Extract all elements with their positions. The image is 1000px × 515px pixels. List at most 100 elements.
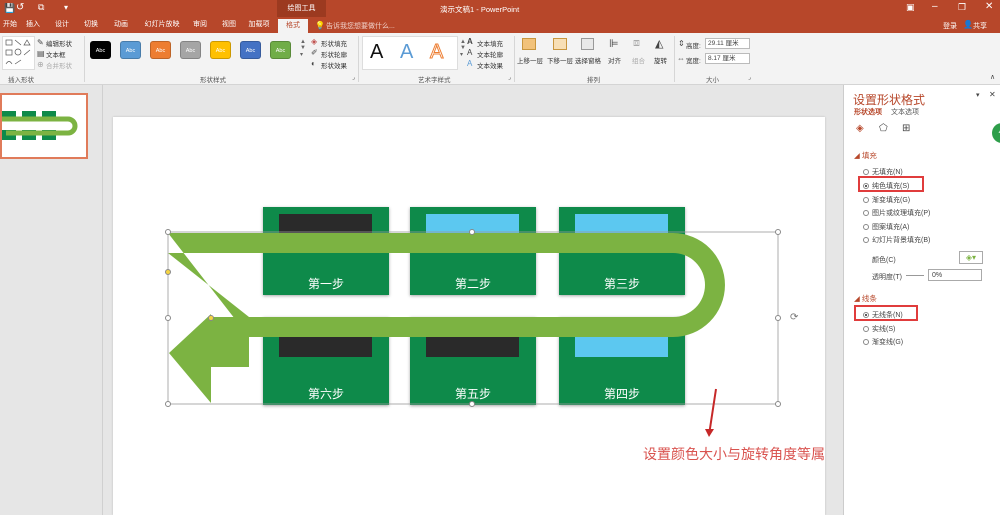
gallery-scroll-icon[interactable]: ▲ ▼ ▾ — [300, 39, 306, 58]
resize-handle-ne[interactable] — [775, 229, 781, 235]
pane-options-icon[interactable]: ▾ — [976, 91, 980, 99]
size-dialog-launcher-icon[interactable]: ⌟ — [748, 74, 751, 81]
line-option-label: 实线(S) — [872, 326, 896, 333]
wordart-style-black[interactable]: A — [370, 41, 383, 64]
slide-thumbnail-1[interactable] — [0, 93, 88, 159]
tab-slideshow[interactable]: 幻灯片放映 — [139, 17, 185, 33]
align-button[interactable]: 对齐 — [608, 55, 621, 65]
shape-style-swatch[interactable]: Abc — [240, 41, 261, 59]
ribbon-display-icon[interactable]: ▣ — [906, 2, 915, 13]
tab-format[interactable]: 格式 — [278, 19, 308, 33]
tab-text-options[interactable]: 文本选项 — [891, 107, 919, 117]
wordart-scroll-icon[interactable]: ▲ ▼ ▾ — [460, 39, 466, 58]
color-picker-button[interactable]: ◈▾ — [959, 251, 983, 264]
effects-icon[interactable]: ⬠ — [879, 123, 888, 134]
pane-close-icon[interactable]: ✕ — [989, 90, 996, 99]
text-box-icon: ▤ — [37, 49, 45, 58]
radio-icon — [863, 169, 869, 175]
fill-option-label: 图片或纹理填充(P) — [872, 210, 931, 217]
fill-option[interactable]: 幻灯片背景填充(B) — [863, 235, 930, 245]
slide-canvas[interactable]: 第一步 第二步 第三步 第六步 第五步 第四步 设置颜色大小与旋转角度等属性 ⟳ — [113, 117, 825, 515]
dialog-launcher-icon[interactable]: ⌟ — [352, 74, 355, 81]
width-icon: ⇔ — [677, 54, 685, 63]
resize-handle-n[interactable] — [469, 229, 475, 235]
selection-pane-button[interactable]: 选择窗格 — [575, 55, 601, 65]
adjust-handle[interactable] — [165, 269, 171, 275]
shape-style-swatch[interactable]: Abc — [210, 41, 231, 59]
save-icon[interactable]: 💾 — [4, 3, 15, 14]
send-backward-button[interactable]: 下移一层 — [547, 55, 573, 65]
shape-effects-button[interactable]: 形状效果 — [321, 60, 347, 70]
tell-me-search[interactable]: 告诉我您想要做什么... — [326, 21, 395, 31]
edit-shape-button[interactable]: 编辑形状 — [46, 38, 72, 48]
shape-gallery[interactable] — [2, 36, 35, 70]
fill-option[interactable]: 图案填充(A) — [863, 222, 909, 232]
customize-qat-icon[interactable]: ▾ — [64, 3, 68, 12]
shape-style-swatch[interactable]: Abc — [180, 41, 201, 59]
tab-design[interactable]: 设计 — [51, 17, 73, 33]
text-outline-button[interactable]: 文本轮廓 — [477, 49, 503, 59]
tab-insert[interactable]: 插入 — [22, 17, 44, 33]
size-properties-icon[interactable]: ⊞ — [902, 123, 910, 134]
shape-style-swatch[interactable]: Abc — [150, 41, 171, 59]
annotation-text: 设置颜色大小与旋转角度等属性 — [643, 446, 825, 463]
text-box-button[interactable]: 文本框 — [46, 49, 66, 59]
text-fill-button[interactable]: 文本填充 — [477, 38, 503, 48]
minimize-icon[interactable]: – — [932, 1, 938, 12]
fill-line-icon[interactable]: ◈ — [856, 123, 864, 134]
lightbulb-icon: 💡 — [315, 21, 325, 30]
shape-outline-button[interactable]: 形状轮廓 — [321, 49, 347, 59]
share-button[interactable]: 共享 — [973, 21, 987, 31]
selection-pane-icon — [581, 38, 594, 50]
merge-shapes-button: 合并形状 — [46, 63, 72, 70]
tab-transitions[interactable]: 切换 — [80, 17, 102, 33]
tab-review[interactable]: 审阅 — [189, 17, 211, 33]
resize-handle-e[interactable] — [775, 315, 781, 321]
bring-forward-button[interactable]: 上移一层 — [517, 55, 543, 65]
u-turn-arrow[interactable]: 设置颜色大小与旋转角度等属性 — [113, 117, 825, 515]
fill-section-header[interactable]: ◢ 填充 — [854, 150, 877, 161]
line-option[interactable]: 实线(S) — [863, 324, 895, 334]
wordart-dialog-launcher-icon[interactable]: ⌟ — [508, 74, 511, 81]
shape-style-swatch[interactable]: Abc — [90, 41, 111, 59]
wordart-style-orange-outline[interactable]: A — [429, 41, 443, 64]
collapse-ribbon-icon[interactable]: ∧ — [990, 73, 995, 81]
resize-handle-nw[interactable] — [165, 229, 171, 235]
transparency-input[interactable]: 0% — [928, 269, 982, 281]
present-icon[interactable]: ⧉ — [38, 2, 44, 13]
ribbon: ✎ 编辑形状 ▤ 文本框 ⊕ 合并形状 插入形状 ▲ ▼ ▾ ◈ 形状填充 ✐ 形状… — [0, 33, 1000, 85]
resize-handle-sw[interactable] — [165, 401, 171, 407]
line-section-header[interactable]: ◢ 线条 — [854, 293, 877, 304]
edit-shape-icon: ✎ — [37, 38, 44, 47]
group-label-arrange: 排列 — [587, 77, 600, 84]
transparency-slider[interactable] — [906, 275, 924, 276]
tab-shape-options[interactable]: 形状选项 — [854, 107, 882, 117]
tab-view[interactable]: 视图 — [218, 17, 240, 33]
radio-icon — [863, 237, 869, 243]
restore-icon[interactable]: ❐ — [958, 2, 966, 13]
tab-addins[interactable]: 加载项 — [245, 17, 273, 33]
line-option-label: 渐变线(G) — [872, 339, 904, 346]
tab-animations[interactable]: 动画 — [110, 17, 132, 33]
shape-style-swatch[interactable]: Abc — [270, 41, 291, 59]
resize-handle-se[interactable] — [775, 401, 781, 407]
undo-icon[interactable]: ↺ — [16, 2, 24, 13]
shape-fill-button[interactable]: 形状填充 — [321, 38, 347, 48]
resize-handle-w[interactable] — [165, 315, 171, 321]
login-link[interactable]: 登录 — [943, 21, 957, 31]
fill-option[interactable]: 图片或纹理填充(P) — [863, 208, 930, 218]
height-input[interactable]: 29.11 厘米 — [705, 38, 750, 49]
fill-option[interactable]: 渐变填充(G) — [863, 195, 910, 205]
rotate-handle-icon[interactable]: ⟳ — [790, 312, 798, 323]
tab-home[interactable]: 开始 — [0, 17, 20, 33]
width-input[interactable]: 8.17 厘米 — [705, 53, 750, 64]
rotate-button[interactable]: 旋转 — [654, 55, 667, 65]
title-bar: 💾 ↺ ⧉ ▾ 绘图工具 演示文稿1 - PowerPoint ▣ – ❐ ✕ — [0, 0, 1000, 17]
close-icon[interactable]: ✕ — [985, 1, 993, 12]
text-effects-button[interactable]: 文本效果 — [477, 60, 503, 70]
adjust-handle[interactable] — [208, 315, 214, 321]
line-option[interactable]: 渐变线(G) — [863, 337, 903, 347]
shape-style-swatch[interactable]: Abc — [120, 41, 141, 59]
resize-handle-s[interactable] — [469, 401, 475, 407]
wordart-style-blue[interactable]: A — [400, 41, 413, 64]
